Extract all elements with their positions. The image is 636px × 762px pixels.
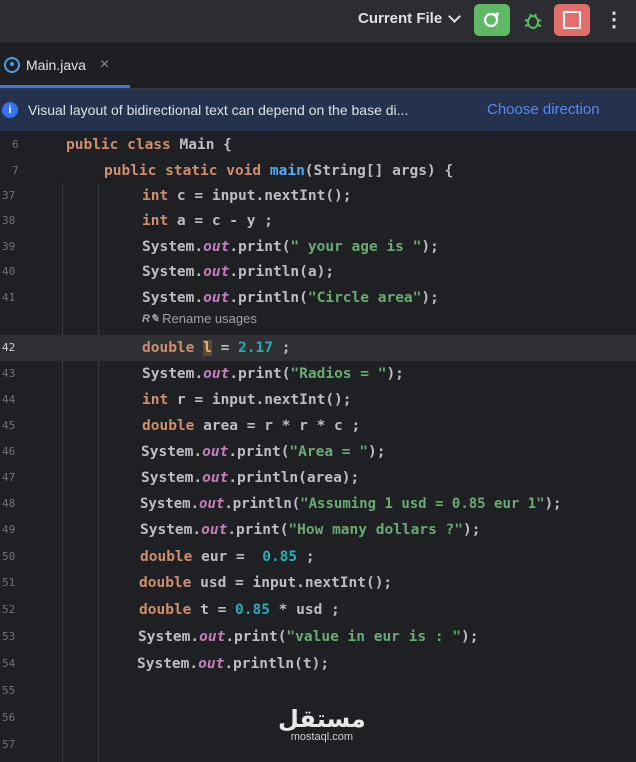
java-class-icon [4, 57, 20, 73]
stop-icon [563, 11, 581, 29]
code-line: 7 public static void main(String[] args)… [0, 158, 636, 184]
line-number: 48 [2, 497, 16, 510]
chevron-down-icon [448, 10, 462, 23]
code-line: 37 int c = input.nextInt(); [0, 183, 636, 209]
choose-direction-link[interactable]: Choose direction [487, 101, 600, 118]
more-vertical-icon[interactable]: ⋮ [604, 9, 624, 33]
stop-button[interactable] [554, 4, 590, 36]
line-code: System.out.print("Area = "); [141, 444, 386, 460]
line-number: 50 [2, 550, 16, 563]
line-code: int c = input.nextInt(); [142, 188, 352, 204]
close-icon[interactable]: × [100, 56, 109, 74]
run-icon [483, 12, 499, 28]
code-line: 46 System.out.print("Area = "); [0, 439, 636, 465]
code-editor[interactable]: 6 public class Main { 7 public static vo… [0, 131, 636, 762]
code-line: 38 int a = c - y ; [0, 208, 636, 234]
line-number: 41 [2, 291, 16, 304]
line-number: 6 [12, 138, 19, 151]
banner-message: Visual layout of bidirectional text can … [28, 102, 409, 118]
run-configuration-selector[interactable]: Current File [358, 10, 462, 27]
line-number: 53 [2, 630, 16, 643]
line-code: System.out.println("Assuming 1 usd = 0.8… [140, 496, 562, 512]
watermark: مستقل mostaql.com [278, 707, 366, 743]
line-number: 38 [2, 214, 16, 227]
tab-main-java[interactable]: Main.java × [0, 42, 130, 88]
line-number: 49 [2, 523, 16, 536]
line-code: double t = 0.85 * usd ; [139, 602, 340, 618]
line-code: public class Main { [66, 137, 232, 153]
line-number: 47 [2, 471, 16, 484]
info-icon: i [2, 102, 18, 118]
line-number: 55 [2, 684, 16, 697]
line-code: int a = c - y ; [142, 213, 273, 229]
line-code: double eur = 0.85 ; [140, 549, 315, 565]
run-button[interactable] [474, 4, 510, 36]
rename-usages-label: Rename usages [162, 311, 257, 326]
code-line: 48 System.out.println("Assuming 1 usd = … [0, 491, 636, 517]
line-code: System.out.print("Radios = "); [142, 366, 404, 382]
watermark-logo: مستقل [278, 705, 366, 733]
bidi-notification-banner: i Visual layout of bidirectional text ca… [0, 89, 636, 131]
line-number: 45 [2, 419, 16, 432]
code-line: 50 double eur = 0.85 ; [0, 544, 636, 570]
code-line: 49 System.out.print("How many dollars ?"… [0, 517, 636, 543]
code-line: 51 double usd = input.nextInt(); [0, 570, 636, 596]
active-tab-indicator [0, 85, 130, 88]
line-number: 51 [2, 576, 16, 589]
bug-icon [524, 13, 542, 29]
line-number: 44 [2, 393, 16, 406]
editor-tab-bar: Main.java × [0, 42, 636, 89]
line-code: System.out.print("value in eur is : "); [138, 629, 479, 645]
watermark-url: mostaql.com [290, 731, 354, 743]
line-code: System.out.println(a); [142, 264, 335, 280]
code-line: 52 double t = 0.85 * usd ; [0, 597, 636, 623]
rename-usages-hint[interactable]: R✎ Rename usages [142, 311, 257, 326]
line-number: 56 [2, 711, 16, 724]
code-line: 47 System.out.println(area); [0, 465, 636, 491]
line-number: 54 [2, 657, 16, 670]
line-code: System.out.print("How many dollars ?"); [140, 522, 481, 538]
code-line: 53 System.out.print("value in eur is : "… [0, 624, 636, 650]
line-number: 39 [2, 240, 16, 253]
line-number: 46 [2, 445, 16, 458]
line-number: 40 [2, 265, 16, 278]
code-line: 44 int r = input.nextInt(); [0, 387, 636, 413]
code-line: 41 System.out.println("Circle area"); [0, 285, 636, 311]
code-line: 6 public class Main { [0, 132, 636, 158]
rename-icon: R✎ [142, 313, 160, 325]
line-number: 57 [2, 738, 16, 751]
line-code: double area = r * r * c ; [142, 418, 361, 434]
code-line: 40 System.out.println(a); [0, 259, 636, 285]
tab-label: Main.java [26, 57, 86, 73]
line-number: 37 [2, 189, 16, 202]
line-number: 7 [12, 164, 19, 177]
code-line: 55 [0, 678, 636, 704]
line-code: int r = input.nextInt(); [142, 392, 352, 408]
main-toolbar: Current File ⋮ [0, 0, 636, 42]
line-number: 52 [2, 603, 16, 616]
line-number: 43 [2, 367, 16, 380]
code-line: 54 System.out.println(t); [0, 651, 636, 677]
code-line: 39 System.out.print(" your age is "); [0, 234, 636, 260]
code-line: 45 double area = r * r * c ; [0, 413, 636, 439]
line-code: System.out.print(" your age is "); [142, 239, 439, 255]
debug-button[interactable] [520, 8, 546, 34]
line-code: System.out.println("Circle area"); [142, 290, 439, 306]
run-configuration-label: Current File [358, 10, 443, 27]
line-number: 42 [2, 341, 16, 354]
line-code: double l = 2.17 ; [142, 340, 291, 356]
line-code: System.out.println(area); [141, 470, 360, 486]
code-line: 43 System.out.print("Radios = "); [0, 361, 636, 387]
line-code: double usd = input.nextInt(); [139, 575, 393, 591]
line-code: public static void main(String[] args) { [104, 163, 454, 179]
code-line-current: 42 double l = 2.17 ; [0, 335, 636, 361]
line-code: System.out.println(t); [137, 656, 330, 672]
